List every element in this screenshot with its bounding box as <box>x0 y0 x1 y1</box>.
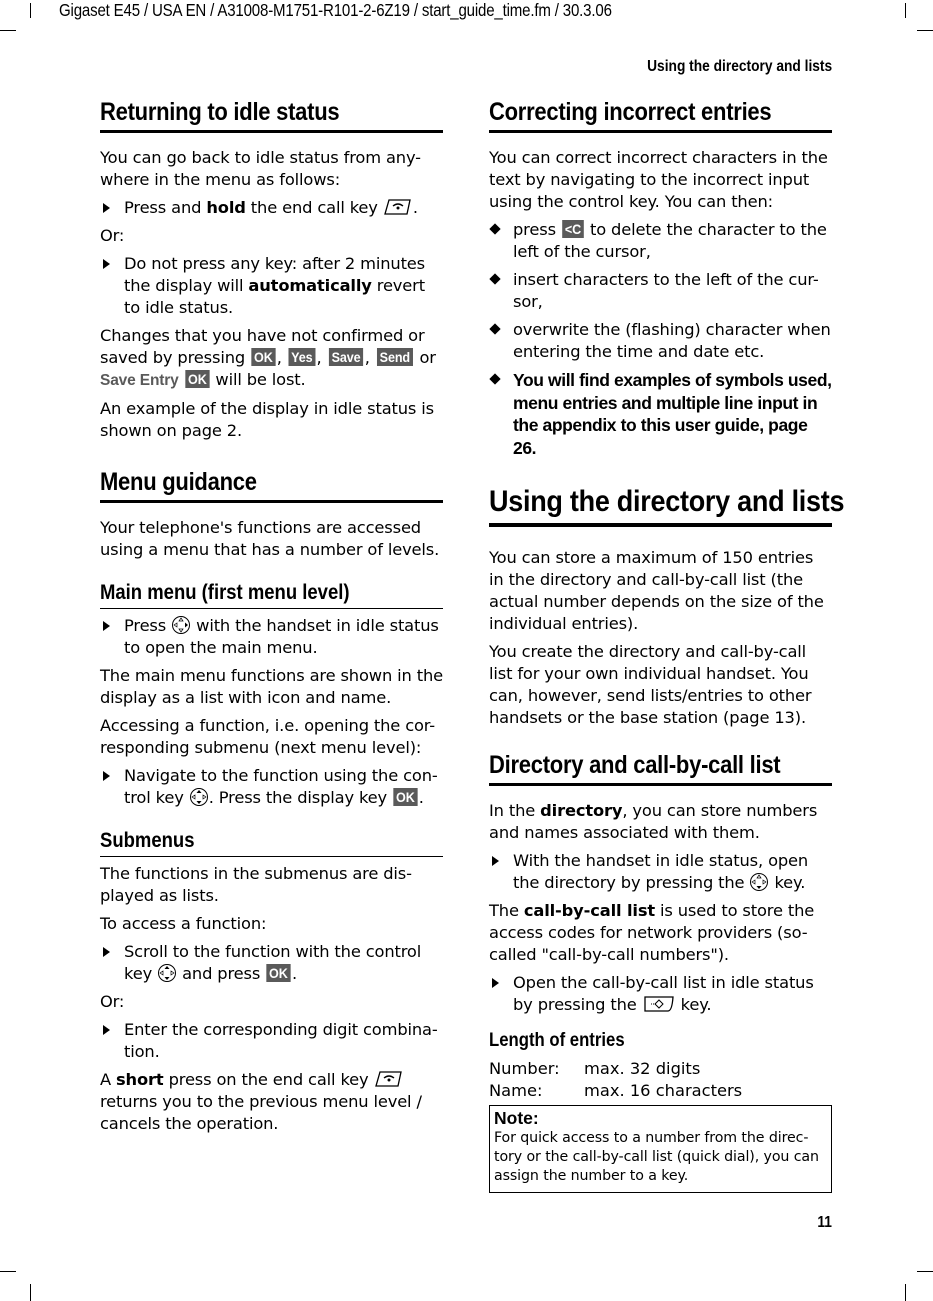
dir-lists-p1: You can store a maximum of 150 entries i… <box>489 548 824 633</box>
crop-mark <box>917 30 933 31</box>
step-item: With the handset in idle status, open th… <box>489 850 832 894</box>
end-call-key-icon <box>374 1071 402 1087</box>
bullet-diamond-icon <box>489 373 501 385</box>
step-item: Open the call-by-call list in idle statu… <box>489 972 832 1016</box>
section-title-idle: Returning to idle status <box>100 98 443 133</box>
step-arrow-icon <box>103 259 110 269</box>
step-item: Press with the handset in idle status to… <box>100 615 443 659</box>
step-arrow-icon <box>103 771 110 781</box>
crop-mark <box>0 1271 16 1272</box>
display-key-save: Save <box>328 348 363 366</box>
dir-lists-p2: You create the directory and call-by-cal… <box>489 642 812 727</box>
main-menu-p2: Accessing a function, i.e. opening the c… <box>100 716 436 757</box>
bullet-diamond-icon <box>489 223 501 235</box>
menu-entry-save-entry: Save Entry <box>100 372 179 389</box>
delete-key-clear: <C <box>562 220 584 238</box>
idle-intro: You can go back to idle status from any-… <box>100 148 421 189</box>
left-column: Returning to idle status You can go back… <box>100 98 443 1135</box>
submenus-p1: The functions in the submenus are dis-pl… <box>100 864 412 905</box>
length-row-number: Number: max. 32 digits <box>489 1059 701 1078</box>
bullet-diamond-icon <box>489 273 501 285</box>
crop-mark <box>905 1284 906 1301</box>
step-item: Do not press any key: after 2 minutes th… <box>100 253 443 319</box>
chapter-title-directory-lists: Using the directory and lists <box>489 485 845 527</box>
crop-mark <box>30 3 31 18</box>
note-body: For quick access to a number from the di… <box>494 1130 819 1184</box>
display-key-ok: OK <box>266 964 291 982</box>
bullet-item: press <C to delete the character to the … <box>489 219 832 263</box>
step-item: Navigate to the function using the con-t… <box>100 765 443 809</box>
note-box: Note: For quick access to a number from … <box>489 1105 832 1193</box>
step-item: Enter the corresponding digit combina-ti… <box>100 1019 443 1063</box>
crop-mark <box>905 3 906 18</box>
step-item: Press and hold the end call key . <box>100 197 443 219</box>
submenus-p2: To access a function: <box>100 914 267 933</box>
step-arrow-icon <box>103 947 110 957</box>
subsection-title-submenus: Submenus <box>100 829 443 857</box>
bullet-diamond-icon <box>489 323 501 335</box>
step-arrow-icon <box>103 621 110 631</box>
subsection-title-main-menu: Main menu (first menu level) <box>100 581 443 609</box>
main-menu-p1: The main menu functions are shown in the… <box>100 666 443 707</box>
display-key-ok: OK <box>185 370 210 388</box>
idle-example: An example of the display in idle status… <box>100 399 434 440</box>
step-item: Scroll to the function with the control … <box>100 941 443 985</box>
control-key-updown-icon <box>189 788 208 806</box>
step-arrow-icon <box>103 203 110 213</box>
control-key-updown-icon <box>158 964 177 982</box>
section-title-menu: Menu guidance <box>100 468 443 503</box>
document-header: Gigaset E45 / USA EN / A31008-M1751-R101… <box>59 0 612 20</box>
running-head: Using the directory and lists <box>646 58 832 75</box>
display-key-ok: OK <box>393 788 418 806</box>
crop-mark <box>0 30 16 31</box>
bullet-item: overwrite the (flashing) character when … <box>489 319 832 363</box>
correct-intro: You can correct incorrect characters in … <box>489 148 828 211</box>
call-by-call-key-icon <box>644 996 674 1012</box>
crop-mark <box>30 1284 31 1301</box>
or-text: Or: <box>100 992 125 1011</box>
end-call-key-icon <box>383 199 411 215</box>
dir-cbc-p2: The call-by-call list is used to store t… <box>489 901 815 964</box>
display-key-ok: OK <box>251 348 276 366</box>
crop-mark <box>917 1271 933 1272</box>
note-title: Note: <box>494 1108 539 1128</box>
changes-paragraph: Changes that you have not confirmed or s… <box>100 326 436 389</box>
step-arrow-icon <box>103 1025 110 1035</box>
display-key-yes: Yes <box>288 348 316 366</box>
or-text: Or: <box>100 226 125 245</box>
menu-intro: Your telephone's functions are accessed … <box>100 518 440 559</box>
step-arrow-icon <box>492 856 499 866</box>
short-press-paragraph: A short press on the end call key return… <box>100 1070 422 1133</box>
bullet-item-appendix: You will find examples of symbols used, … <box>489 369 832 459</box>
page-number: 11 <box>817 1214 832 1231</box>
step-arrow-icon <box>492 978 499 988</box>
section-title-directory-cbc: Directory and call-by-call list <box>489 751 832 786</box>
control-key-down-icon <box>750 873 769 891</box>
bullet-item: insert characters to the left of the cur… <box>489 269 832 313</box>
right-column: Correcting incorrect entries You can cor… <box>489 98 845 1193</box>
display-key-send: Send <box>376 348 413 366</box>
control-key-right-icon <box>172 616 191 634</box>
dir-cbc-p1: In the directory, you can store numbers … <box>489 801 818 842</box>
length-row-name: Name: max. 16 characters <box>489 1081 743 1100</box>
section-title-correcting: Correcting incorrect entries <box>489 98 832 133</box>
subsection-title-length: Length of entries <box>489 1030 625 1051</box>
